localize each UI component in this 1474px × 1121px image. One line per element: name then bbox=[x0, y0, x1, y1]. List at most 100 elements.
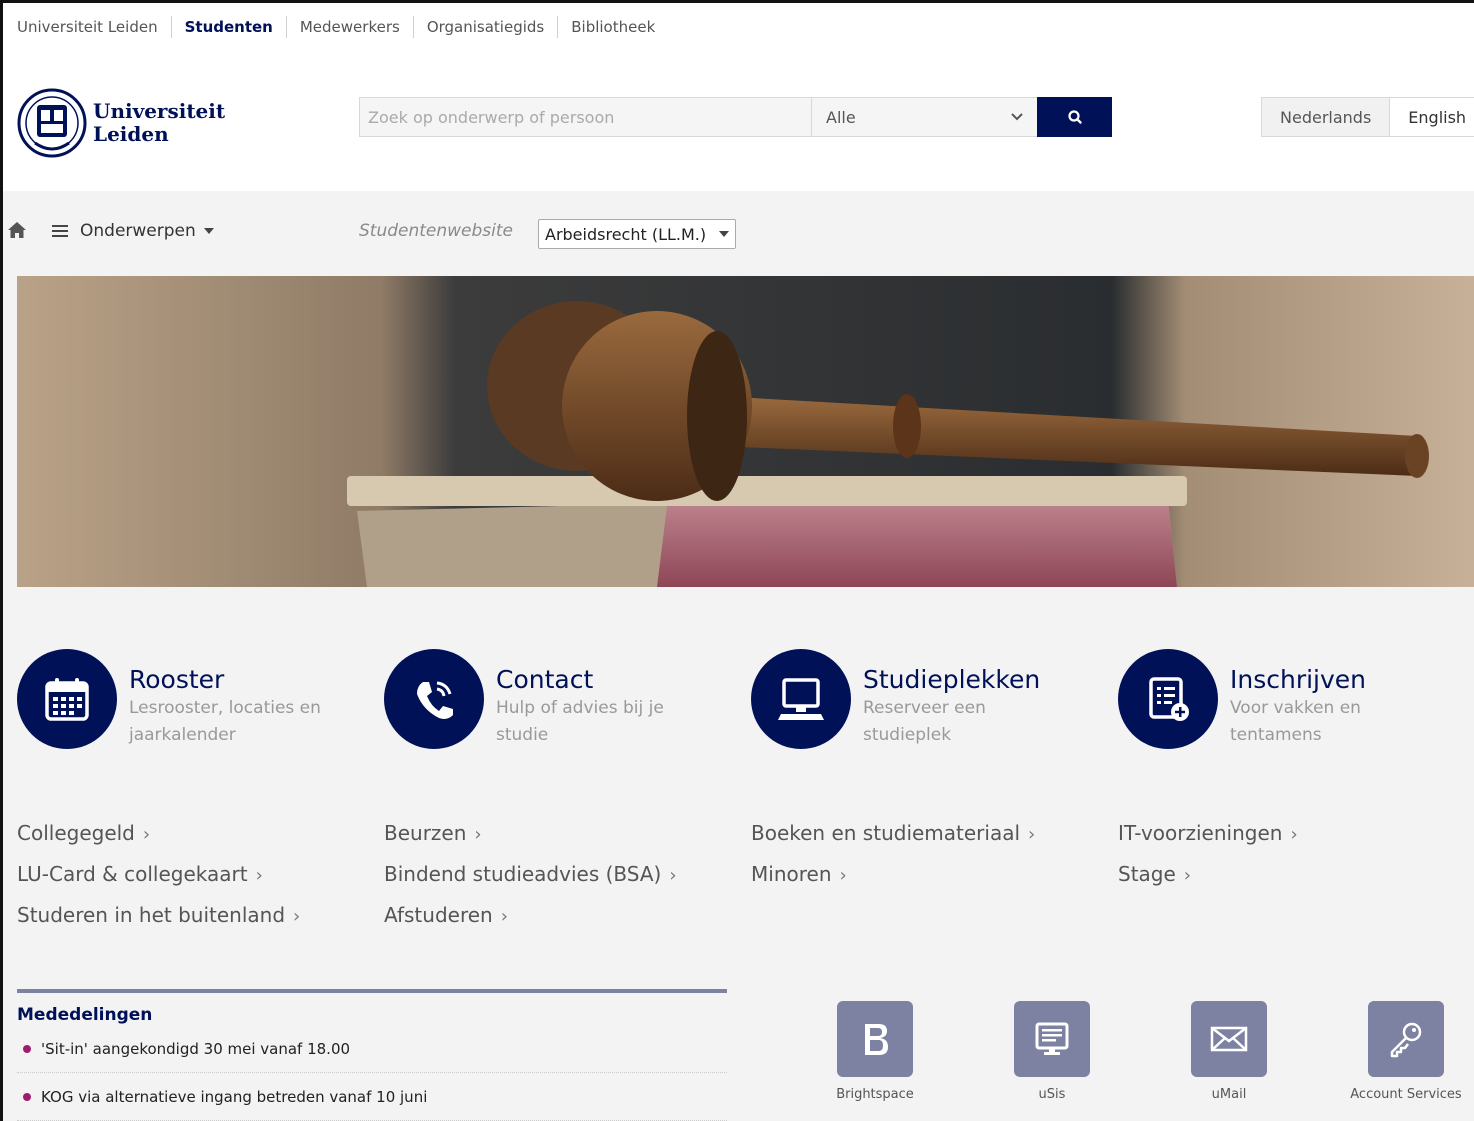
chevron-right-icon: › bbox=[839, 865, 847, 886]
tile-account-services[interactable]: Account Services bbox=[1344, 1001, 1468, 1102]
screen-icon bbox=[1035, 1022, 1069, 1055]
quick-links: Rooster Lesrooster, locaties en jaarkale… bbox=[17, 649, 1474, 759]
chevron-down-icon bbox=[1011, 113, 1023, 121]
chevron-right-icon: › bbox=[669, 865, 677, 886]
link-afstuderen[interactable]: Afstuderen › bbox=[384, 897, 677, 938]
tile-umail[interactable]: uMail bbox=[1167, 1001, 1291, 1102]
links-column-4: IT-voorzieningen › Stage › bbox=[1118, 815, 1298, 897]
hamburger-icon bbox=[52, 225, 68, 237]
quicklink-circle bbox=[17, 649, 117, 749]
announcements-divider bbox=[17, 989, 727, 993]
quicklink-subtitle: Hulp of advies bij je studie bbox=[496, 698, 664, 745]
quicklink-title: Inschrijven bbox=[1230, 665, 1367, 694]
wordmark-line-2: Leiden bbox=[93, 122, 169, 146]
topnav-medewerkers[interactable]: Medewerkers bbox=[287, 16, 414, 38]
quicklink-circle bbox=[1118, 649, 1218, 749]
announcement-item[interactable]: 'Sit-in' aangekondigd 30 mei vanaf 18.00 bbox=[17, 1025, 727, 1073]
site-header: Universiteit Leiden Alle Nederlands Engl… bbox=[3, 51, 1474, 191]
university-seal-icon bbox=[17, 88, 87, 158]
quicklink-circle bbox=[384, 649, 484, 749]
chevron-right-icon: › bbox=[500, 906, 508, 927]
language-switcher: Nederlands English bbox=[1261, 97, 1474, 137]
programme-value: Arbeidsrecht (LL.M.) bbox=[545, 224, 707, 244]
hero-image bbox=[17, 276, 1474, 587]
link-boeken[interactable]: Boeken en studiemateriaal › bbox=[751, 815, 1035, 856]
chevron-right-icon: › bbox=[1183, 865, 1191, 886]
tile-label: uMail bbox=[1211, 1087, 1247, 1102]
quicklink-circle bbox=[751, 649, 851, 749]
link-bsa[interactable]: Bindend studieadvies (BSA) › bbox=[384, 856, 677, 897]
top-navigation: Universiteit Leiden Studenten Medewerker… bbox=[3, 3, 1474, 54]
caret-down-icon bbox=[719, 231, 729, 237]
link-it-voorzieningen[interactable]: IT-voorzieningen › bbox=[1118, 815, 1298, 856]
search-bar: Alle bbox=[359, 97, 1112, 137]
quicklink-subtitle: Reserveer een studieplek bbox=[863, 698, 986, 745]
topnav-organisatiegids[interactable]: Organisatiegids bbox=[414, 16, 559, 38]
caret-down-icon bbox=[203, 228, 214, 234]
language-nederlands[interactable]: Nederlands bbox=[1262, 98, 1391, 136]
search-input[interactable] bbox=[360, 98, 812, 136]
link-lu-card[interactable]: LU-Card & collegekaart › bbox=[17, 856, 300, 897]
link-studeren-buitenland[interactable]: Studeren in het buitenland › bbox=[17, 897, 300, 938]
phone-icon bbox=[417, 681, 453, 719]
envelope-icon bbox=[1210, 1026, 1248, 1052]
university-wordmark: Universiteit Leiden bbox=[93, 100, 225, 146]
links-column-1: Collegegeld › LU-Card & collegekaart › Stu… bbox=[17, 815, 300, 938]
home-icon bbox=[8, 222, 26, 238]
calendar-icon bbox=[45, 678, 89, 721]
brightspace-icon bbox=[865, 1024, 888, 1055]
tile-box bbox=[1014, 1001, 1090, 1077]
sub-navigation: Onderwerpen Studentenwebsite Arbeidsrech… bbox=[3, 191, 1474, 275]
search-scope-select[interactable]: Alle bbox=[812, 98, 1037, 136]
search-icon bbox=[1067, 110, 1082, 124]
announcement-item[interactable]: KOG via alternatieve ingang betreden van… bbox=[17, 1073, 727, 1121]
quicklink-contact[interactable]: Contact Hulp of advies bij je studie bbox=[384, 649, 706, 749]
quicklink-subtitle: Lesrooster, locaties en jaarkalender bbox=[129, 698, 321, 745]
search-scope-value: Alle bbox=[826, 107, 856, 127]
announcements-heading: Mededelingen bbox=[17, 1005, 153, 1025]
tile-usis[interactable]: uSis bbox=[990, 1001, 1114, 1102]
quicklink-title: Rooster bbox=[129, 665, 225, 694]
chevron-right-icon: › bbox=[255, 865, 263, 886]
chevron-right-icon: › bbox=[1028, 824, 1036, 845]
programme-select[interactable]: Arbeidsrecht (LL.M.) bbox=[538, 219, 736, 249]
computer-icon bbox=[778, 678, 824, 720]
key-icon bbox=[1390, 1022, 1422, 1058]
bullet-icon bbox=[23, 1092, 31, 1101]
tile-label: Brightspace bbox=[836, 1087, 914, 1102]
wordmark-line-1: Universiteit bbox=[93, 99, 226, 123]
gavel-on-book-image bbox=[17, 276, 1474, 587]
tile-box bbox=[1368, 1001, 1444, 1077]
language-english[interactable]: English bbox=[1390, 98, 1474, 136]
links-column-3: Boeken en studiemateriaal › Minoren › bbox=[751, 815, 1035, 897]
topnav-universiteit-leiden[interactable]: Universiteit Leiden bbox=[17, 16, 172, 38]
bullet-icon bbox=[23, 1044, 31, 1053]
link-minoren[interactable]: Minoren › bbox=[751, 856, 1035, 897]
tile-label: Account Services bbox=[1350, 1087, 1462, 1102]
announcement-text: KOG via alternatieve ingang betreden van… bbox=[41, 1087, 428, 1106]
link-beurzen[interactable]: Beurzen › bbox=[384, 815, 677, 856]
quicklink-title: Studieplekken bbox=[863, 665, 1041, 694]
topics-menu[interactable]: Onderwerpen bbox=[52, 221, 214, 241]
search-button[interactable] bbox=[1037, 97, 1112, 137]
topics-menu-label: Onderwerpen bbox=[80, 221, 196, 241]
quicklink-studieplekken[interactable]: Studieplekken Reserveer een studieplek bbox=[751, 649, 1073, 749]
tile-box bbox=[1191, 1001, 1267, 1077]
quicklink-title: Contact bbox=[496, 665, 594, 694]
link-collegegeld[interactable]: Collegegeld › bbox=[17, 815, 300, 856]
site-label: Studentenwebsite bbox=[359, 221, 514, 241]
link-stage[interactable]: Stage › bbox=[1118, 856, 1298, 897]
quicklink-inschrijven[interactable]: Inschrijven Voor vakken en tentamens bbox=[1118, 649, 1440, 749]
topnav-bibliotheek[interactable]: Bibliotheek bbox=[558, 16, 668, 38]
tile-box bbox=[837, 1001, 913, 1077]
announcement-text: 'Sit-in' aangekondigd 30 mei vanaf 18.00 bbox=[41, 1039, 351, 1058]
chevron-right-icon: › bbox=[1290, 824, 1298, 845]
quicklink-rooster[interactable]: Rooster Lesrooster, locaties en jaarkale… bbox=[17, 649, 339, 749]
home-button[interactable] bbox=[7, 221, 27, 244]
university-logo[interactable]: Universiteit Leiden bbox=[17, 83, 225, 163]
chevron-right-icon: › bbox=[474, 824, 482, 845]
topnav-studenten[interactable]: Studenten bbox=[172, 16, 287, 54]
tile-label: uSis bbox=[1038, 1087, 1066, 1102]
links-column-2: Beurzen › Bindend studieadvies (BSA) › Afs… bbox=[384, 815, 677, 938]
tile-brightspace[interactable]: Brightspace bbox=[813, 1001, 937, 1102]
